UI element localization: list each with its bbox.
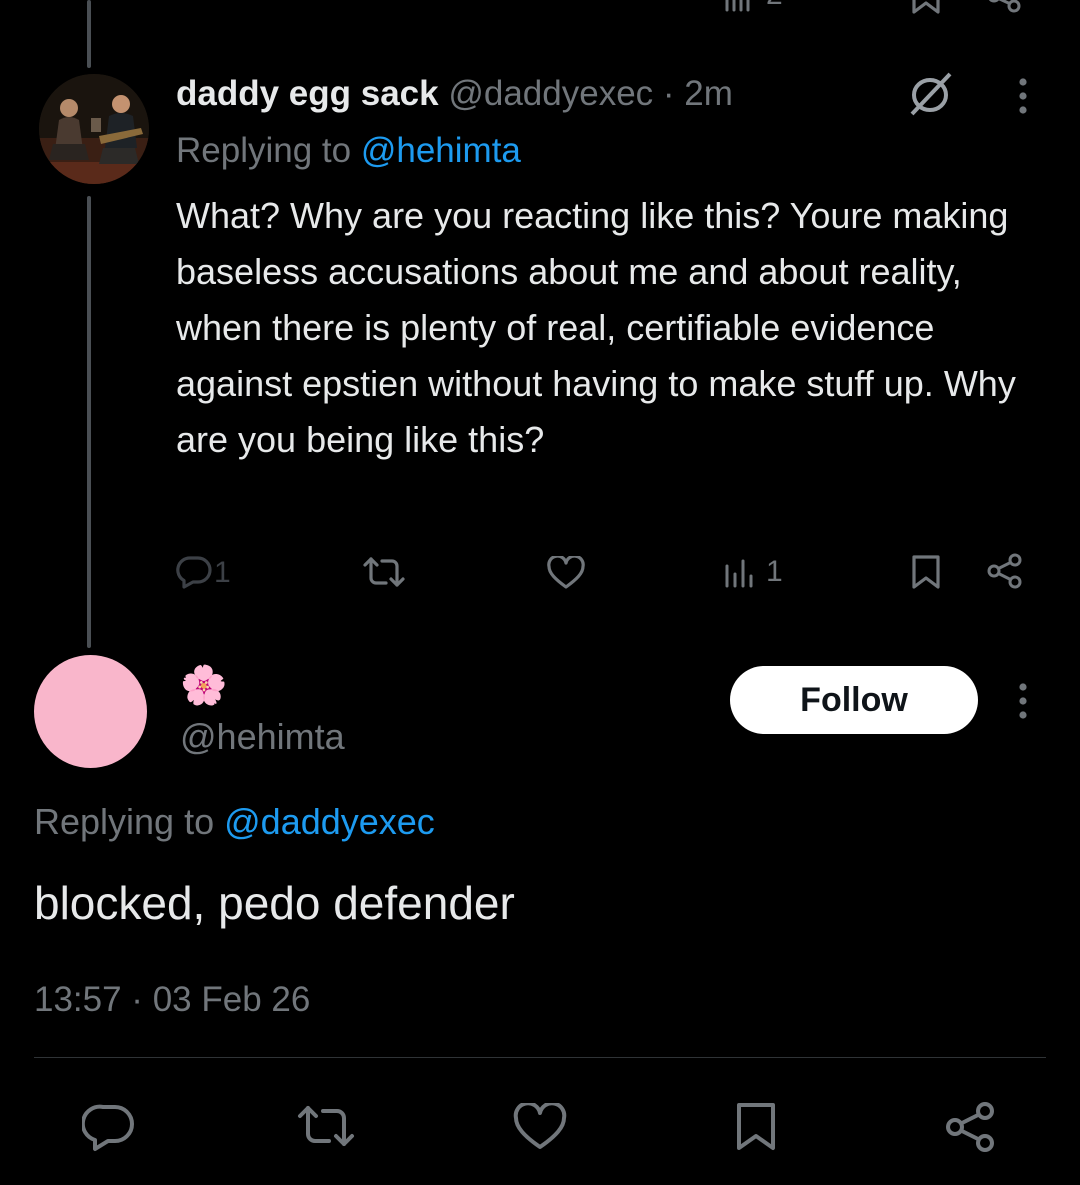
bookmark-icon[interactable] xyxy=(910,554,942,590)
reply-count: 1 xyxy=(214,556,231,589)
main-timestamp[interactable]: 13:57 · 03 Feb 26 xyxy=(34,978,310,1022)
reply-time[interactable]: 2m xyxy=(684,74,733,113)
bookmark-icon-partial[interactable] xyxy=(910,0,942,14)
main-more-icon[interactable] xyxy=(1014,683,1032,719)
thread-line-bottom xyxy=(87,196,91,648)
main-replying-prefix: Replying to xyxy=(34,801,215,842)
main-author-avatar[interactable] xyxy=(34,655,147,768)
reply-separator: · xyxy=(662,74,675,113)
like-icon[interactable] xyxy=(546,556,586,590)
main-retweet-icon[interactable] xyxy=(296,1103,356,1149)
main-share-icon[interactable] xyxy=(944,1100,998,1154)
reply-author-avatar[interactable] xyxy=(39,74,149,184)
reply-replying-to: Replying to @hehimta xyxy=(176,129,521,173)
main-handle[interactable]: @hehimta xyxy=(180,715,345,759)
views-count-partial: 2 xyxy=(766,0,783,12)
replying-prefix: Replying to xyxy=(176,131,352,170)
main-like-icon[interactable] xyxy=(512,1103,568,1151)
more-icon[interactable] xyxy=(1014,78,1032,114)
views-icon-partial[interactable] xyxy=(724,0,754,12)
main-replying-handle-link[interactable]: @daddyexec xyxy=(224,801,435,842)
main-bookmark-icon[interactable] xyxy=(734,1101,778,1153)
views-count: 1 xyxy=(766,555,783,588)
main-display-name[interactable]: 🌸 xyxy=(180,660,227,710)
follow-button[interactable]: Follow xyxy=(730,666,978,734)
reply-handle[interactable]: @daddyexec xyxy=(448,74,653,113)
reply-header: daddy egg sack @daddyexec · 2m xyxy=(176,72,733,116)
reply-display-name[interactable]: daddy egg sack xyxy=(176,74,439,113)
replying-handle-link[interactable]: @hehimta xyxy=(361,131,521,170)
thread-line-top xyxy=(87,0,91,68)
no-entry-icon xyxy=(904,70,956,118)
main-replying-to: Replying to @daddyexec xyxy=(34,800,435,844)
share-icon[interactable] xyxy=(986,552,1024,590)
retweet-icon[interactable] xyxy=(362,556,406,588)
views-icon[interactable] xyxy=(724,558,758,588)
reply-body: What? Why are you reacting like this? Yo… xyxy=(176,195,1016,460)
reply-icon[interactable] xyxy=(176,555,212,589)
divider xyxy=(34,1057,1046,1058)
main-body: blocked, pedo defender xyxy=(34,877,515,929)
share-icon-partial[interactable] xyxy=(986,0,1024,14)
main-reply-icon[interactable] xyxy=(82,1103,136,1153)
